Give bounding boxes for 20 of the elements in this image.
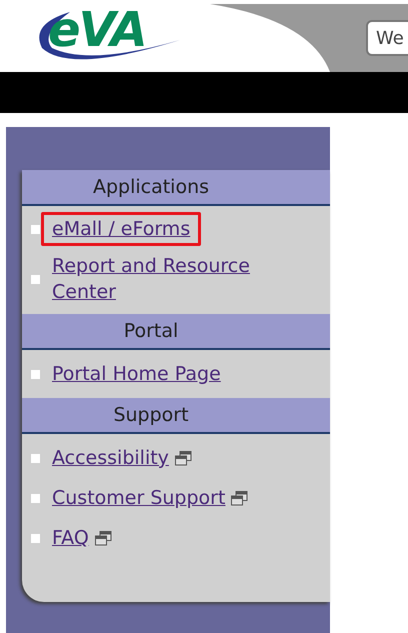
logo-text: eVA [48,4,146,56]
search-field[interactable]: We [366,20,408,56]
bullet-icon [31,224,40,234]
menu-link[interactable]: FAQ [52,525,89,551]
menu-link[interactable]: Accessibility [52,445,169,471]
new-window-icon [174,450,192,466]
menu-link[interactable]: Portal Home Page [52,361,221,387]
new-window-icon [94,530,112,546]
new-window-icon [231,490,248,506]
bullet-icon [31,494,40,502]
menu-link[interactable]: Customer Support [52,485,226,511]
bullet-icon [31,370,40,378]
menu-link[interactable]: Report and Resource Center [52,253,302,305]
section-header: Applications [22,170,330,206]
bullet-icon [31,534,40,542]
section-header: Portal [22,314,330,350]
section-header: Support [22,398,330,434]
bullet-icon [31,274,40,284]
menu-link[interactable]: eMall / eForms [52,216,190,242]
bullet-icon [31,454,40,462]
